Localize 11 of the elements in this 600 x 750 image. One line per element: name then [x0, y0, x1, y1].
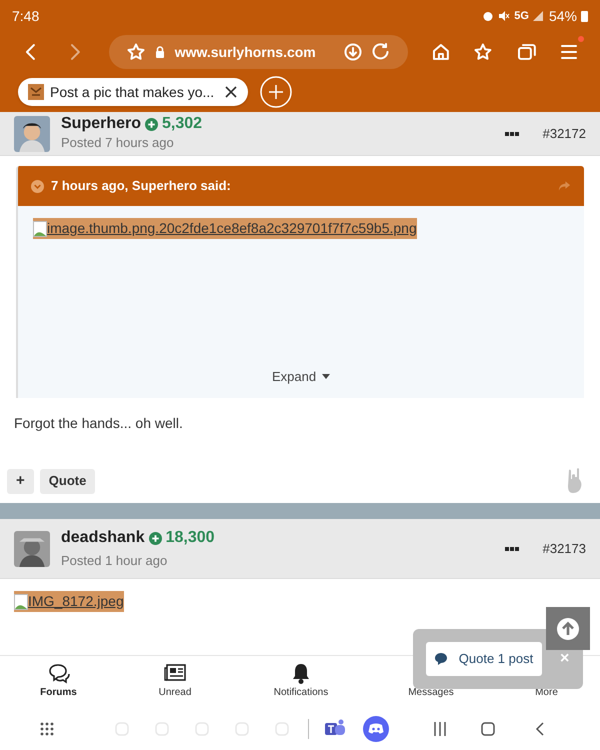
post-text: Forgot the hands... oh well. — [13, 414, 184, 433]
quote-citation: 7 hours ago, Superhero said: — [51, 177, 231, 196]
reputation-count: 5,302 — [162, 115, 202, 133]
network-label: 5G — [514, 8, 529, 24]
battery-percent: 54% — [548, 6, 577, 26]
post-time: Posted 7 hours ago — [61, 134, 175, 152]
tab-title: Post a pic that makes yo... — [50, 82, 214, 102]
status-time: 7:48 — [12, 6, 40, 26]
url-text: www.surlyhorns.com — [174, 42, 316, 62]
post-time: Posted 1 hour ago — [61, 552, 168, 570]
reputation-count: 18,300 — [166, 528, 215, 548]
